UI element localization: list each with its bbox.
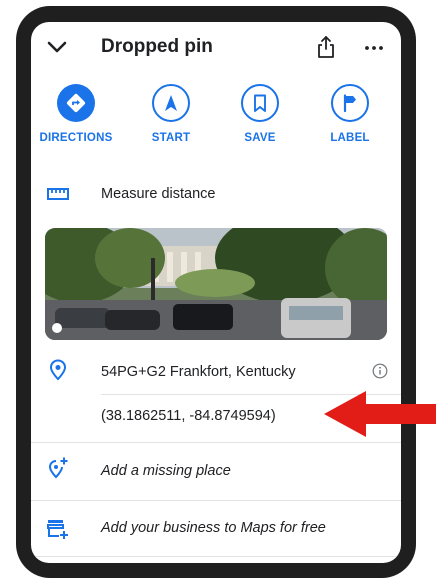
start-button[interactable]: START — [126, 84, 216, 144]
add-business-row[interactable]: Add your business to Maps for free — [31, 504, 401, 554]
place-sheet: Dropped pin DIRECTIONS START SAVE LABEL … — [31, 22, 401, 563]
save-label: SAVE — [244, 132, 276, 144]
page-title: Dropped pin — [101, 36, 213, 57]
info-icon[interactable] — [372, 363, 388, 379]
label-label: LABEL — [330, 132, 370, 144]
coordinates-text: (38.1862511, -84.8749594) — [101, 408, 276, 424]
street-view-photo[interactable] — [45, 228, 387, 340]
share-icon[interactable] — [316, 34, 336, 60]
add-missing-place-row[interactable]: Add a missing place — [31, 446, 401, 496]
red-arrow-icon — [324, 391, 436, 437]
plus-code-text: 54PG+G2 Frankfort, Kentucky — [101, 364, 296, 380]
label-button[interactable]: LABEL — [305, 84, 395, 144]
directions-icon — [57, 84, 95, 122]
action-buttons: DIRECTIONS START SAVE LABEL — [31, 84, 401, 154]
measure-distance-label: Measure distance — [101, 186, 216, 202]
chevron-down-icon[interactable] — [46, 39, 68, 55]
start-label: START — [151, 132, 191, 144]
measure-distance-row[interactable]: Measure distance — [31, 174, 401, 214]
add-business-label: Add your business to Maps for free — [101, 520, 326, 536]
save-button[interactable]: SAVE — [215, 84, 305, 144]
street-view-image — [45, 228, 387, 340]
add-missing-place-label: Add a missing place — [101, 463, 231, 479]
divider — [31, 500, 401, 501]
more-horizontal-icon[interactable] — [364, 38, 384, 58]
add-business-icon — [47, 520, 68, 539]
navigation-arrow-icon — [152, 84, 190, 122]
sheet-header: Dropped pin — [31, 22, 401, 74]
bookmark-icon — [241, 84, 279, 122]
directions-button[interactable]: DIRECTIONS — [31, 84, 121, 144]
flag-icon — [331, 84, 369, 122]
divider — [31, 556, 401, 557]
ruler-icon — [47, 188, 69, 200]
plus-code-row[interactable]: 54PG+G2 Frankfort, Kentucky — [31, 352, 401, 392]
add-place-icon — [48, 457, 68, 479]
divider — [31, 442, 401, 443]
location-pin-icon — [49, 359, 67, 381]
directions-label: DIRECTIONS — [39, 132, 113, 144]
